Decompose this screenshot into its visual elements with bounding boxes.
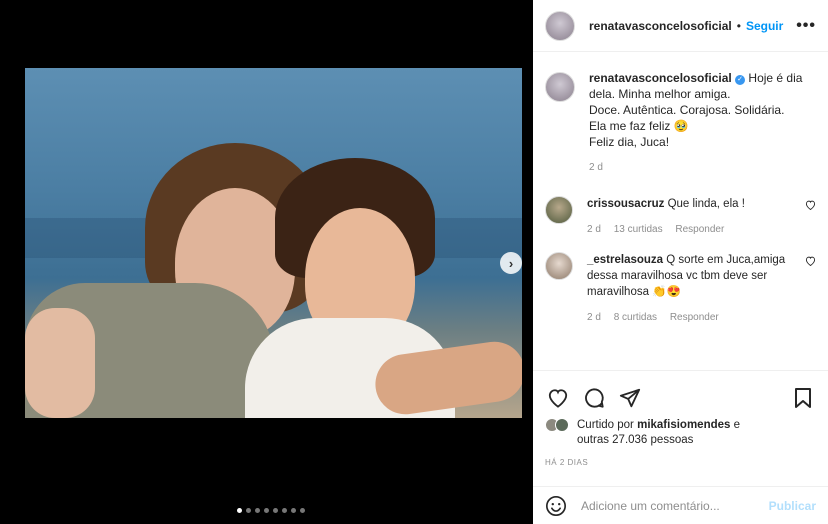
chevron-right-icon: › (508, 255, 514, 271)
carousel-dot (291, 508, 296, 513)
caption-text-line3: Doce. Autêntica. Corajosa. Solidária. (589, 103, 785, 117)
bookmark-icon[interactable] (790, 385, 816, 411)
likes-suffix: e (733, 419, 741, 431)
reply-button[interactable]: Responder (670, 312, 719, 323)
comment-likes[interactable]: 8 curtidas (614, 312, 657, 323)
avatar[interactable] (545, 252, 573, 280)
share-send-icon[interactable] (617, 385, 643, 411)
caption-text-line1: Hoje é dia (745, 71, 803, 85)
avatar[interactable] (545, 72, 575, 102)
carousel-dot (237, 508, 242, 513)
comment-username[interactable]: crissousacruz (587, 198, 664, 210)
header-username[interactable]: renatavasconcelosoficial (589, 19, 732, 33)
comment-username[interactable]: _estrelasouza (587, 254, 663, 266)
carousel-dot (264, 508, 269, 513)
comment-input[interactable] (581, 498, 751, 513)
carousel-dots (237, 508, 305, 513)
carousel-dot (246, 508, 251, 513)
likes-others[interactable]: outras 27.036 pessoas (577, 434, 693, 446)
comment-likes[interactable]: 13 curtidas (614, 224, 663, 235)
comment-time[interactable]: 2 d (587, 312, 601, 323)
post-caption: renatavasconcelosoficial ✓ Hoje é dia de… (533, 62, 828, 176)
reply-button[interactable]: Responder (675, 224, 724, 235)
post-photo[interactable] (25, 68, 522, 418)
verified-badge-icon: ✓ (735, 75, 746, 85)
likes-prefix: Curtido por (577, 419, 634, 431)
carousel-dot (300, 508, 305, 513)
avatar (555, 418, 569, 432)
list-item: crissousacruz Que linda, ela ! 2 d 13 cu… (533, 196, 828, 238)
photo-arm-left (25, 308, 95, 418)
follow-button[interactable]: Seguir (746, 19, 783, 33)
comment-composer: Publicar (533, 486, 828, 524)
avatar[interactable] (545, 10, 575, 41)
header-separator: • (736, 18, 741, 33)
post-media-area: › (0, 0, 533, 524)
comments-list[interactable]: renatavasconcelosoficial ✓ Hoje é dia de… (533, 62, 828, 364)
comment-text: Que linda, ela ! (667, 198, 745, 210)
more-options-icon[interactable]: ••• (796, 17, 816, 35)
carousel-next-button[interactable]: › (500, 252, 522, 274)
post-side-panel: renatavasconcelosoficial • Seguir ••• re… (533, 0, 828, 524)
caption-text-line5: Feliz dia, Juca! (589, 135, 670, 149)
caption-text-line2: dela. Minha melhor amiga. (589, 87, 731, 101)
emoji-icon[interactable] (545, 495, 567, 517)
heart-icon[interactable] (805, 200, 816, 213)
post-actions (533, 370, 828, 414)
likes-summary: Curtido por mikafisiomendes e outras 27.… (545, 418, 816, 448)
publish-button[interactable]: Publicar (769, 499, 816, 513)
caption-time[interactable]: 2 d (589, 162, 603, 173)
post-header: renatavasconcelosoficial • Seguir ••• (533, 0, 828, 52)
carousel-dot (255, 508, 260, 513)
comment-bubble-icon[interactable] (581, 385, 607, 411)
posted-time[interactable]: HÁ 2 DIAS (545, 458, 588, 467)
avatar[interactable] (545, 196, 573, 224)
heart-icon[interactable] (805, 256, 816, 269)
likes-user[interactable]: mikafisiomendes (637, 419, 730, 431)
list-item: _estrelasouza Q sorte em Juca,amiga dess… (533, 252, 828, 326)
comment-time[interactable]: 2 d (587, 224, 601, 235)
like-heart-icon[interactable] (545, 385, 571, 411)
carousel-dot (282, 508, 287, 513)
carousel-dot (273, 508, 278, 513)
caption-text-line4: Ela me faz feliz 🥹 (589, 119, 689, 133)
caption-username[interactable]: renatavasconcelosoficial (589, 71, 732, 85)
